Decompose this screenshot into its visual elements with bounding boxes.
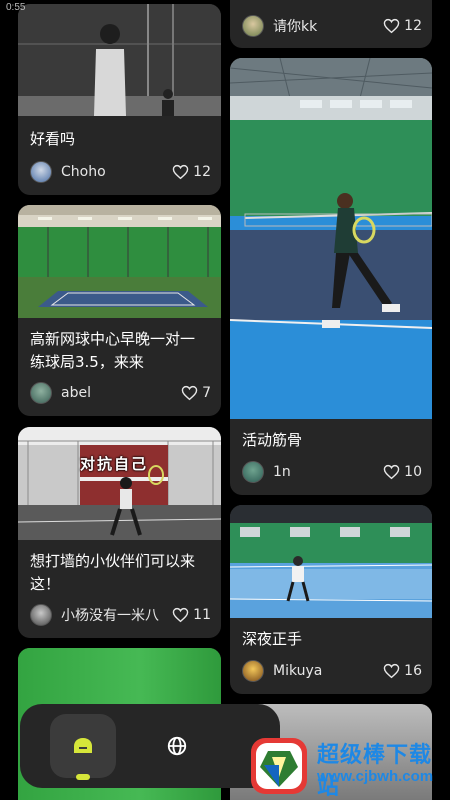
avatar bbox=[30, 382, 52, 404]
avatar bbox=[242, 461, 264, 483]
bottom-nav bbox=[20, 704, 280, 788]
avatar bbox=[242, 15, 264, 37]
heart-icon bbox=[181, 385, 198, 401]
post-image bbox=[18, 4, 221, 116]
like-count: 16 bbox=[404, 663, 422, 679]
status-time: 0:55 bbox=[6, 2, 26, 13]
avatar bbox=[30, 604, 52, 626]
feed-card-2[interactable]: 请你kk 12 bbox=[230, 0, 432, 48]
like-count: 11 bbox=[193, 607, 211, 623]
like-count: 12 bbox=[404, 18, 422, 34]
post-meta: Choho 12 bbox=[30, 160, 211, 184]
like-count: 12 bbox=[193, 164, 211, 180]
feed-card-5[interactable]: 对抗自己 想打墙的小伙伴们可以来这！ 小杨没有一米八 11 bbox=[18, 427, 221, 638]
post-title: 高新网球中心早晚一对一练球局3.5，来来 bbox=[30, 330, 196, 371]
active-tab-indicator bbox=[76, 774, 90, 780]
post-meta: 小杨没有一米八 11 bbox=[30, 603, 211, 627]
like-button[interactable]: 12 bbox=[383, 18, 422, 34]
post-image bbox=[230, 505, 432, 618]
feed-card-4[interactable]: 活动筋骨 1n 10 bbox=[230, 58, 432, 495]
post-meta: 请你kk 12 bbox=[242, 14, 422, 38]
watermark-logo-icon bbox=[251, 738, 307, 794]
avatar bbox=[30, 161, 52, 183]
like-button[interactable]: 16 bbox=[383, 663, 422, 679]
heart-icon bbox=[383, 464, 400, 480]
author-name: Mikuya bbox=[273, 663, 323, 679]
like-button[interactable]: 12 bbox=[172, 164, 211, 180]
avatar bbox=[242, 660, 264, 682]
post-image bbox=[230, 58, 432, 419]
post-title: 深夜正手 bbox=[242, 630, 303, 648]
post-meta: Mikuya 16 bbox=[242, 659, 422, 683]
home-icon bbox=[74, 738, 92, 753]
author-name: 请你kk bbox=[273, 19, 318, 35]
globe-icon[interactable] bbox=[166, 735, 188, 757]
author-name: 1n bbox=[273, 464, 291, 480]
like-count: 10 bbox=[404, 464, 422, 480]
like-button[interactable]: 11 bbox=[172, 607, 211, 623]
post-image: 对抗自己 bbox=[18, 427, 221, 540]
post-title: 想打墙的小伙伴们可以来这！ bbox=[30, 552, 196, 593]
post-title: 活动筋骨 bbox=[242, 431, 303, 449]
nav-home-tab[interactable] bbox=[50, 714, 116, 778]
author-name: Choho bbox=[61, 164, 106, 180]
heart-icon bbox=[383, 18, 400, 34]
author-name: abel bbox=[61, 385, 91, 401]
like-button[interactable]: 10 bbox=[383, 464, 422, 480]
author-name: 小杨没有一米八 bbox=[61, 608, 159, 624]
like-count: 7 bbox=[202, 385, 211, 401]
post-meta: abel 7 bbox=[30, 381, 211, 405]
image-caption: 对抗自己 bbox=[80, 455, 149, 473]
watermark-url: www.cjbwh.com bbox=[317, 768, 434, 785]
heart-icon bbox=[172, 607, 189, 623]
post-meta: 1n 10 bbox=[242, 460, 422, 484]
like-button[interactable]: 7 bbox=[181, 385, 211, 401]
feed-card-1[interactable]: 好看吗 Choho 12 bbox=[18, 4, 221, 195]
feed-card-3[interactable]: 高新网球中心早晚一对一练球局3.5，来来 abel 7 bbox=[18, 205, 221, 416]
feed-card-6[interactable]: 深夜正手 Mikuya 16 bbox=[230, 505, 432, 694]
post-title: 好看吗 bbox=[30, 130, 76, 148]
heart-icon bbox=[383, 663, 400, 679]
post-image bbox=[18, 205, 221, 318]
heart-icon bbox=[172, 164, 189, 180]
